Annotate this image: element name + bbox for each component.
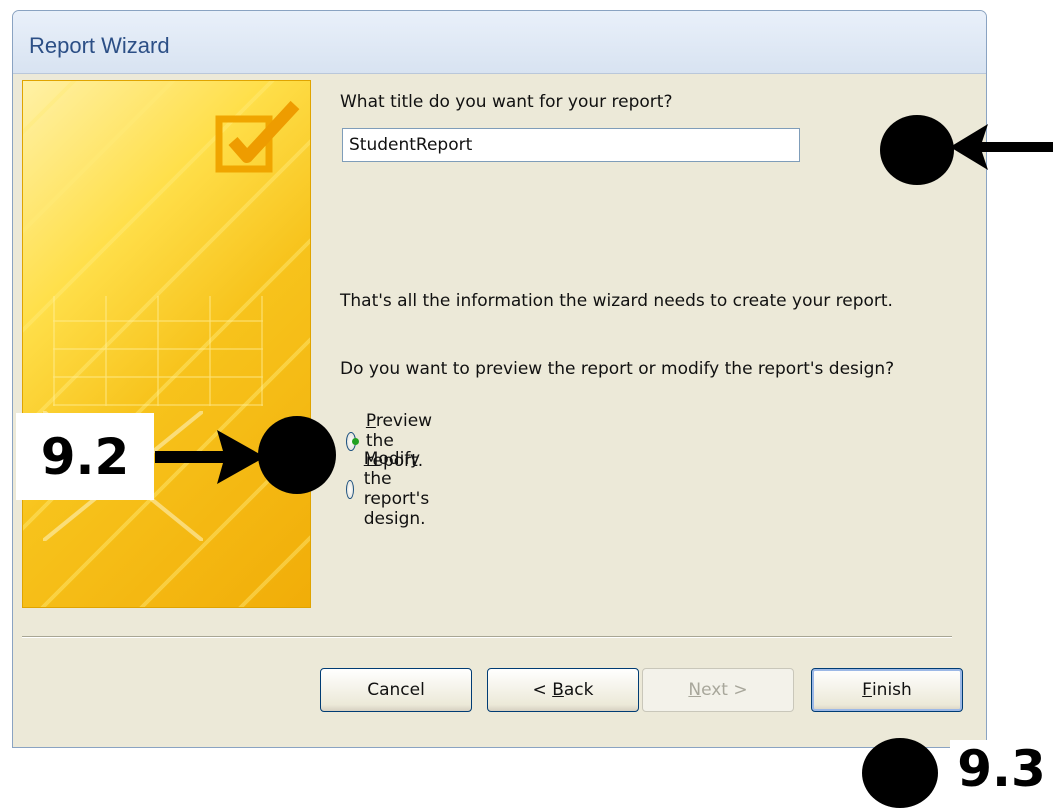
back-button[interactable]: < Back xyxy=(487,668,639,712)
preview-question: Do you want to preview the report or mod… xyxy=(340,359,895,379)
checkmark-icon xyxy=(215,100,300,173)
finish-button[interactable]: Finish xyxy=(811,668,963,712)
arrow-left-icon xyxy=(950,124,1053,170)
arrow-right-icon xyxy=(155,430,265,484)
modify-radio-button[interactable] xyxy=(346,479,354,499)
preview-radio-button[interactable] xyxy=(346,431,359,451)
annotation-marker-title xyxy=(880,115,954,185)
cancel-button[interactable]: Cancel xyxy=(320,668,472,712)
modify-design-option[interactable]: Modify the report's design. xyxy=(340,449,440,529)
annotation-label-finish: 9.3 xyxy=(950,740,1053,798)
annotation-label-step: 9.2 xyxy=(16,413,154,500)
annotation-marker-options xyxy=(258,416,336,494)
banner-grid-decoration xyxy=(53,296,263,406)
window-title: Report Wizard xyxy=(29,33,170,58)
report-title-input[interactable] xyxy=(342,128,800,162)
modify-option-label: Modify the report's design. xyxy=(363,449,430,529)
wizard-info-text: That's all the information the wizard ne… xyxy=(340,291,893,311)
next-button[interactable]: Next > xyxy=(642,668,794,712)
wizard-banner-image xyxy=(22,80,311,608)
footer-divider xyxy=(22,636,952,638)
title-bar: Report Wizard xyxy=(13,11,986,74)
report-title-question: What title do you want for your report? xyxy=(340,92,673,112)
